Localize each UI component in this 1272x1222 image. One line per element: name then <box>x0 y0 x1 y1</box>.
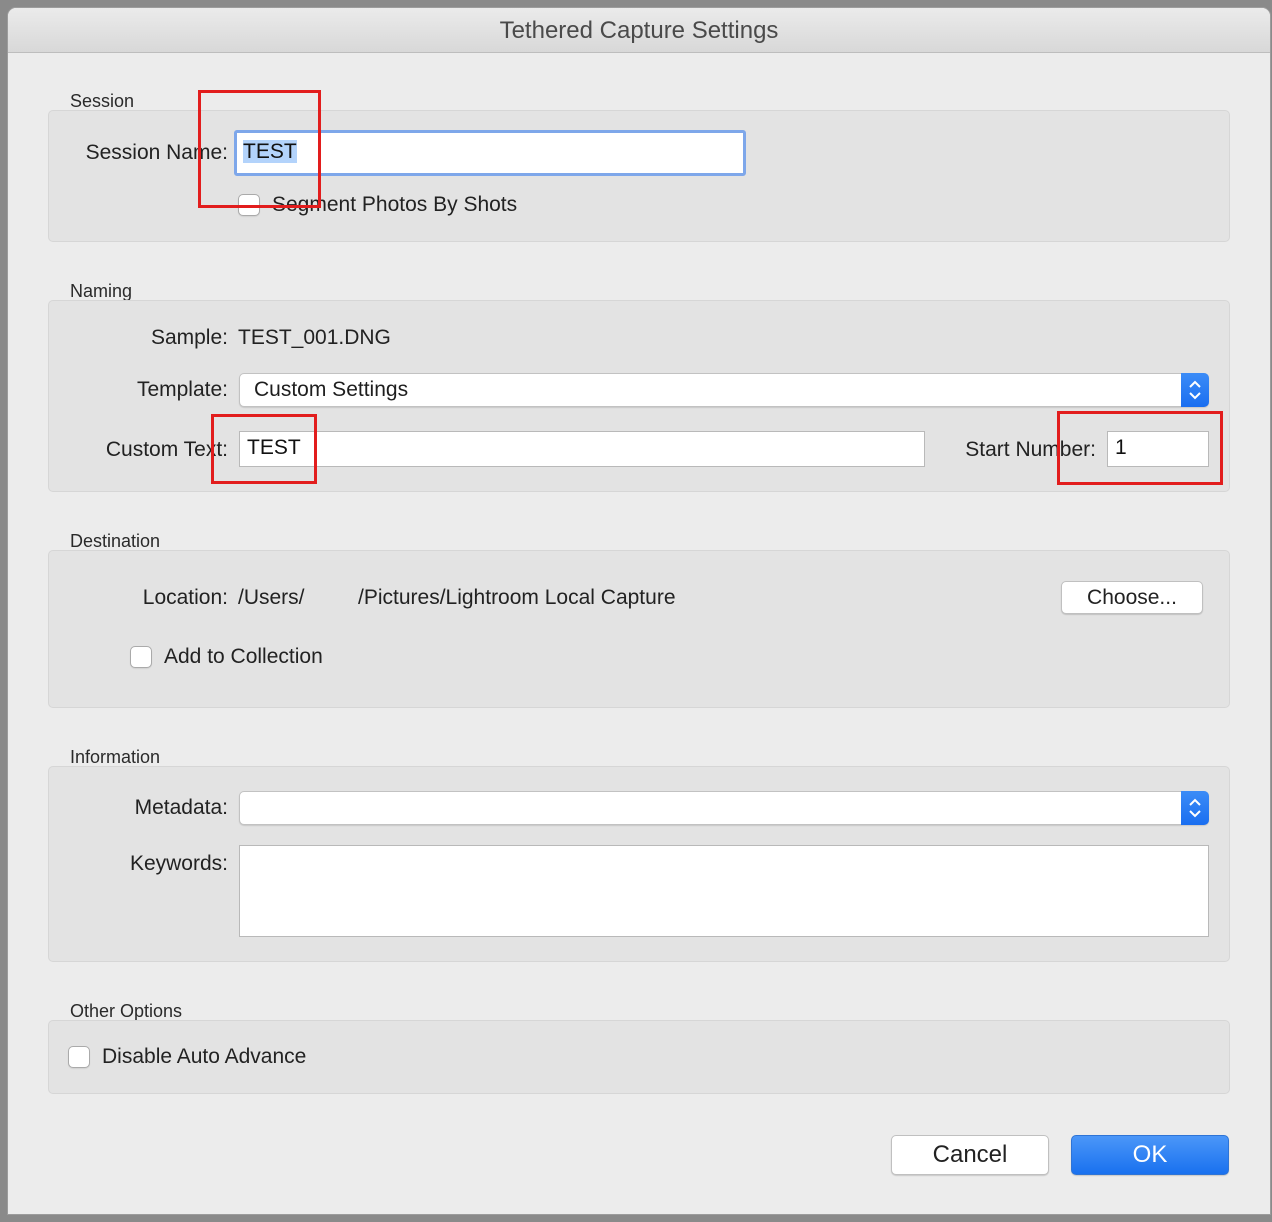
add-to-collection-label: Add to Collection <box>164 645 323 668</box>
annotation-box-custom-text <box>211 414 317 484</box>
add-to-collection-checkbox[interactable] <box>130 646 152 668</box>
template-label: Template: <box>136 378 228 401</box>
destination-group <box>48 550 1230 708</box>
keywords-label: Keywords: <box>129 852 228 875</box>
ok-button[interactable]: OK <box>1071 1135 1229 1175</box>
window-title: Tethered Capture Settings <box>8 8 1270 53</box>
information-section-title: Information <box>70 747 161 767</box>
location-value-path: /Pictures/Lightroom Local Capture <box>358 586 676 609</box>
location-value-user: /Users/ <box>238 586 305 609</box>
naming-section-title: Naming <box>70 281 133 301</box>
session-section-title: Session <box>70 91 135 111</box>
tethered-capture-dialog: Tethered Capture Settings Session Sessio… <box>8 8 1270 1214</box>
sample-value: TEST_001.DNG <box>238 326 391 349</box>
annotation-box-start-number <box>1057 411 1223 485</box>
cancel-button[interactable]: Cancel <box>891 1135 1049 1175</box>
metadata-label: Metadata: <box>134 796 228 819</box>
disable-auto-advance-checkbox[interactable] <box>68 1046 90 1068</box>
popup-arrows-icon <box>1181 791 1209 825</box>
destination-section-title: Destination <box>70 531 161 551</box>
metadata-popup[interactable] <box>239 791 1209 825</box>
custom-text-input[interactable]: TEST <box>239 431 925 467</box>
custom-text-label: Custom Text: <box>105 438 228 461</box>
location-label: Location: <box>142 586 228 609</box>
popup-arrows-icon <box>1181 373 1209 407</box>
disable-auto-advance-label: Disable Auto Advance <box>102 1045 307 1068</box>
sample-label: Sample: <box>150 326 228 349</box>
annotation-box-session-name <box>198 90 321 208</box>
choose-button[interactable]: Choose... <box>1061 581 1203 614</box>
other-options-section-title: Other Options <box>70 1001 183 1021</box>
keywords-textarea[interactable] <box>239 845 1209 937</box>
template-popup[interactable]: Custom Settings <box>239 373 1209 407</box>
template-value: Custom Settings <box>254 378 409 401</box>
